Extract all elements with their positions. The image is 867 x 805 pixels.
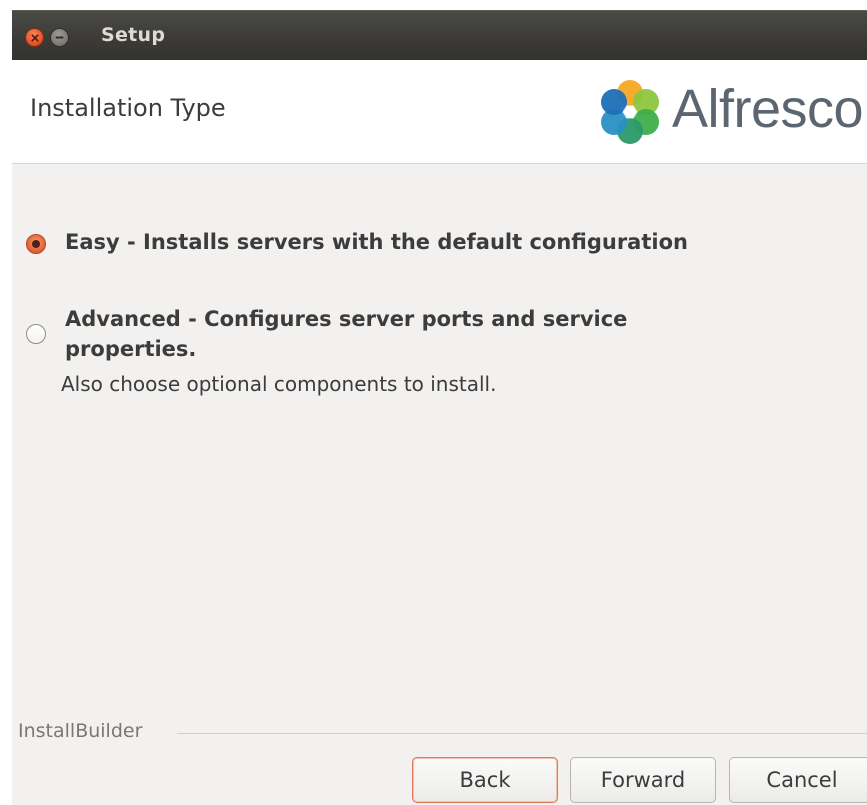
radio-dot	[32, 240, 40, 248]
setup-window: Setup Installation Type Alfresco Easy - …	[12, 10, 867, 805]
wizard-footer: InstallBuilder Back Forward Cancel	[12, 715, 867, 805]
logo-wordmark: Alfresco	[672, 79, 864, 139]
window-title: Setup	[101, 24, 166, 46]
back-button[interactable]: Back	[412, 757, 558, 803]
close-window-button[interactable]	[25, 28, 44, 47]
forward-button[interactable]: Forward	[570, 757, 716, 803]
close-icon	[31, 34, 39, 42]
alfresco-flower-icon	[601, 80, 659, 144]
page-title: Installation Type	[30, 94, 226, 122]
minimize-icon	[55, 36, 64, 39]
page-header: Installation Type Alfresco	[12, 60, 867, 164]
easy-radio-button[interactable]	[26, 234, 46, 254]
installbuilder-brand: InstallBuilder	[18, 720, 143, 742]
advanced-option-label[interactable]: Advanced - Configures server ports and s…	[65, 304, 627, 334]
install-type-options: Easy - Installs servers with the default…	[12, 164, 867, 724]
advanced-radio-button[interactable]	[26, 324, 46, 344]
advanced-option-description: Also choose optional components to insta…	[61, 372, 497, 396]
footer-divider	[177, 733, 867, 734]
advanced-option-label-continued[interactable]: properties.	[65, 334, 196, 364]
screen: Setup Installation Type Alfresco Easy - …	[0, 0, 867, 805]
easy-option-label[interactable]: Easy - Installs servers with the default…	[65, 227, 688, 257]
title-bar[interactable]: Setup	[12, 10, 867, 60]
desktop-edge	[0, 0, 12, 805]
minimize-window-button[interactable]	[50, 28, 69, 47]
cancel-button[interactable]: Cancel	[729, 757, 867, 803]
